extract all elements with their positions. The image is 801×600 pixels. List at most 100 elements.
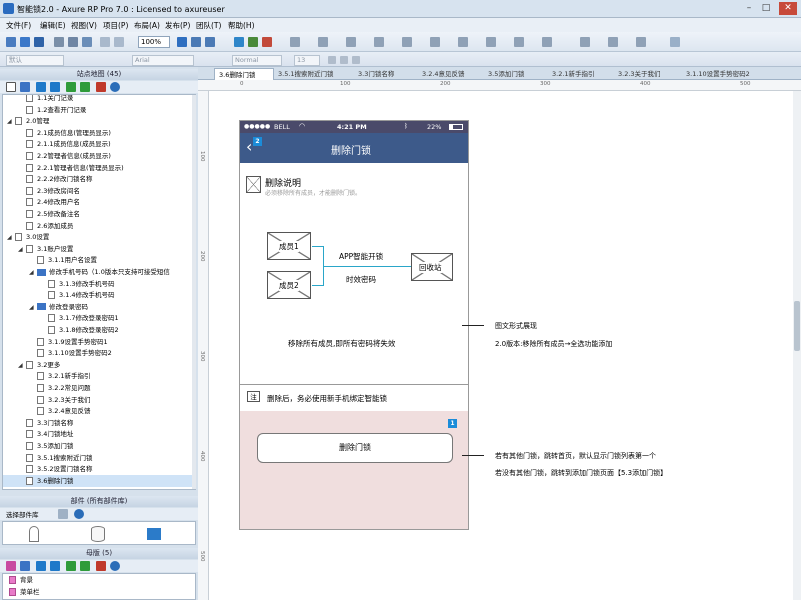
bold-icon[interactable] bbox=[328, 56, 336, 64]
redo-icon[interactable] bbox=[114, 37, 124, 47]
sitemap-page[interactable]: ◢ 3.2更多 bbox=[3, 359, 193, 371]
distribute-icon[interactable] bbox=[318, 37, 328, 47]
line-style-icon[interactable] bbox=[402, 37, 412, 47]
sitemap-page[interactable]: 3.1.10设置手势密码2 bbox=[3, 347, 193, 359]
sitemap-page[interactable]: 3.2.4意见反馈 bbox=[3, 405, 193, 417]
open-folder-icon[interactable] bbox=[20, 37, 30, 47]
sitemap-page[interactable]: 3.2.1新手指引 bbox=[3, 370, 193, 382]
indent-icon[interactable] bbox=[66, 82, 76, 92]
zoom-select[interactable]: 100% bbox=[138, 36, 170, 48]
underline-icon[interactable] bbox=[352, 56, 360, 64]
master-item[interactable]: 背景 bbox=[9, 574, 33, 586]
page-tab[interactable]: 3.2.1新手指引 bbox=[548, 68, 614, 80]
page-tab[interactable]: 3.5.1搜索附近门锁 bbox=[274, 68, 354, 80]
opacity-icon[interactable] bbox=[542, 37, 552, 47]
sitemap-folder[interactable]: ◢ 修改手机号码（1.0版本只支持可接受短信 bbox=[3, 266, 193, 278]
master-search-icon[interactable] bbox=[110, 561, 120, 571]
sitemap-page[interactable]: ◢ 3.1账户设置 bbox=[3, 243, 193, 255]
scroll-thumb[interactable] bbox=[794, 301, 800, 351]
master-item[interactable]: 菜单栏 bbox=[9, 586, 40, 598]
page-tab[interactable]: 3.5添加门锁 bbox=[484, 68, 548, 80]
sitemap-page[interactable]: 3.4门锁地址 bbox=[3, 428, 193, 440]
menu-edit[interactable]: 编辑(E) bbox=[40, 20, 66, 31]
sitemap-page[interactable]: 2.3修改房间名 bbox=[3, 185, 193, 197]
master-delete-icon[interactable] bbox=[96, 561, 106, 571]
delete-page-icon[interactable] bbox=[96, 82, 106, 92]
menu-layout[interactable]: 布局(A) bbox=[134, 20, 160, 31]
page-tab[interactable]: 3.2.3关于我们 bbox=[614, 68, 682, 80]
sitemap-page[interactable]: ◢ 2.0管理 bbox=[3, 115, 193, 127]
outdent-icon[interactable] bbox=[80, 82, 90, 92]
menu-team[interactable]: 团队(T) bbox=[196, 20, 221, 31]
back-icon[interactable]: ‹ bbox=[246, 139, 252, 155]
corner-icon[interactable] bbox=[514, 37, 524, 47]
arrow-style-icon[interactable] bbox=[430, 37, 440, 47]
menu-publish[interactable]: 发布(P) bbox=[165, 20, 190, 31]
master-down-icon[interactable] bbox=[50, 561, 60, 571]
sitemap-page[interactable]: 1.1关门记录 bbox=[3, 95, 193, 104]
menu-help[interactable]: 帮助(H) bbox=[228, 20, 255, 31]
sitemap-page[interactable]: 3.3门锁名称 bbox=[3, 417, 193, 429]
menu-icon[interactable] bbox=[58, 509, 68, 519]
sitemap-page[interactable]: 3.5.2设置门锁名称 bbox=[3, 463, 193, 475]
move-down-icon[interactable] bbox=[50, 82, 60, 92]
page-tab[interactable]: 3.1.10设置手势密码2 bbox=[682, 68, 766, 80]
canvas-scrollbar[interactable] bbox=[793, 91, 801, 600]
cut-icon[interactable] bbox=[54, 37, 64, 47]
paste-icon[interactable] bbox=[82, 37, 92, 47]
undo-icon[interactable] bbox=[100, 37, 110, 47]
align-icon[interactable] bbox=[290, 37, 300, 47]
delete-lock-button[interactable]: 删除门锁 bbox=[257, 433, 453, 463]
border-icon[interactable] bbox=[374, 37, 384, 47]
sitemap-page[interactable]: 3.2.2常见问题 bbox=[3, 382, 193, 394]
crop-icon[interactable] bbox=[205, 37, 215, 47]
group-icon[interactable] bbox=[248, 37, 258, 47]
menu-project[interactable]: 项目(P) bbox=[103, 20, 128, 31]
add-page-icon[interactable] bbox=[6, 82, 16, 92]
italic-icon[interactable] bbox=[340, 56, 348, 64]
sitemap-page[interactable]: 2.4修改用户名 bbox=[3, 196, 193, 208]
sitemap-page[interactable]: 1.2查看开门记录 bbox=[3, 104, 193, 116]
order-icon[interactable] bbox=[346, 37, 356, 47]
select-mode-icon[interactable] bbox=[177, 37, 187, 47]
new-file-icon[interactable] bbox=[6, 37, 16, 47]
copy-icon[interactable] bbox=[68, 37, 78, 47]
widget-search-icon[interactable] bbox=[74, 509, 84, 519]
menu-file[interactable]: 文件(F) bbox=[6, 20, 31, 31]
master-folder-icon[interactable] bbox=[20, 561, 30, 571]
sitemap-page[interactable]: 3.1.7修改登录密码1 bbox=[3, 312, 193, 324]
maximize-button[interactable]: □ bbox=[759, 2, 773, 15]
master-up-icon[interactable] bbox=[36, 561, 46, 571]
close-button[interactable]: ✕ bbox=[779, 2, 797, 15]
menu-view[interactable]: 视图(V) bbox=[71, 20, 97, 31]
sitemap-page[interactable]: 3.5添加门锁 bbox=[3, 440, 193, 452]
save-icon[interactable] bbox=[34, 37, 44, 47]
preview-icon[interactable] bbox=[580, 37, 590, 47]
search-icon[interactable] bbox=[110, 82, 120, 92]
sitemap-page[interactable]: 2.2管理者信息(成员显示) bbox=[3, 150, 193, 162]
add-folder-icon[interactable] bbox=[20, 82, 30, 92]
sitemap-folder[interactable]: ◢ 修改登录密码 bbox=[3, 301, 193, 313]
image-widget-icon[interactable] bbox=[147, 528, 161, 540]
color-icon[interactable] bbox=[262, 37, 272, 47]
minimize-button[interactable]: – bbox=[742, 2, 756, 15]
database-widget-icon[interactable] bbox=[91, 526, 105, 542]
add-master-icon[interactable] bbox=[6, 561, 16, 571]
sitemap-page[interactable]: 3.1.4修改手机号码 bbox=[3, 289, 193, 301]
sitemap-page[interactable]: 3.1.3修改手机号码 bbox=[3, 278, 193, 290]
share-icon[interactable] bbox=[636, 37, 646, 47]
sitemap-page[interactable]: 2.1成员信息(管理员显示) bbox=[3, 127, 193, 139]
sitemap-page[interactable]: 3.1.8修改登录密码2 bbox=[3, 324, 193, 336]
master-outdent-icon[interactable] bbox=[80, 561, 90, 571]
page-tab[interactable]: 3.6删除门锁 bbox=[214, 68, 274, 80]
sitemap-page[interactable]: 2.2.2修改门锁名称 bbox=[3, 173, 193, 185]
sitemap-page[interactable]: 2.1.1成员信息(成员显示) bbox=[3, 138, 193, 150]
style-select[interactable]: 默认 bbox=[6, 55, 64, 66]
page-tab[interactable]: 3.2.4意见反馈 bbox=[418, 68, 484, 80]
sitemap-page[interactable]: 2.5修改备注名 bbox=[3, 208, 193, 220]
person-widget-icon[interactable] bbox=[29, 526, 39, 542]
sitemap-page[interactable]: ◢ 3.0设置 bbox=[3, 231, 193, 243]
sitemap-page[interactable]: 2.6添加成员 bbox=[3, 220, 193, 232]
publish-icon[interactable] bbox=[608, 37, 618, 47]
sitemap-scrollbar[interactable] bbox=[192, 95, 196, 489]
